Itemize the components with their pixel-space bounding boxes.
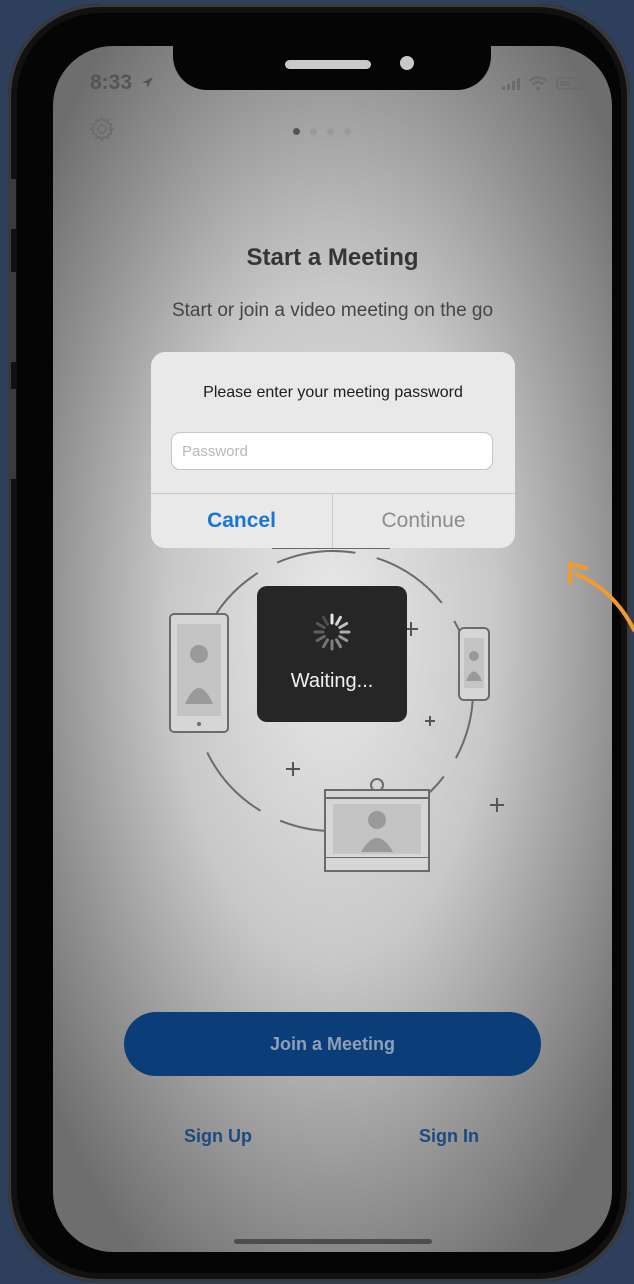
location-arrow-icon bbox=[141, 77, 153, 88]
password-alert-dialog: Please enter your meeting password Cance… bbox=[151, 352, 515, 548]
cancel-button[interactable]: Cancel bbox=[151, 494, 332, 548]
page-dot bbox=[327, 128, 334, 135]
status-bar-indicators bbox=[502, 76, 584, 91]
join-meeting-button[interactable]: Join a Meeting bbox=[124, 1012, 541, 1076]
sign-in-link[interactable]: Sign In bbox=[419, 1126, 479, 1147]
page-indicator bbox=[293, 128, 351, 135]
cellular-signal-icon bbox=[502, 77, 520, 90]
dialog-message: Please enter your meeting password bbox=[203, 384, 463, 401]
phone-frame: 8:33 Start a Meeting Start or join a vid… bbox=[8, 4, 630, 1282]
phone-device-icon bbox=[458, 627, 490, 701]
waiting-label: Waiting... bbox=[290, 670, 374, 692]
tablet-icon bbox=[169, 613, 229, 733]
status-bar-time: 8:33 bbox=[90, 71, 154, 95]
page-title: Start a Meeting bbox=[246, 244, 419, 271]
annotation-arrow-icon bbox=[568, 562, 634, 632]
waiting-hud: Waiting... bbox=[257, 586, 407, 722]
loading-spinner-icon bbox=[313, 613, 351, 651]
notch bbox=[173, 46, 491, 90]
mute-switch bbox=[8, 179, 16, 229]
page-dot bbox=[310, 128, 317, 135]
volume-up-button bbox=[8, 272, 16, 362]
page-dot-active bbox=[293, 128, 300, 135]
password-input[interactable] bbox=[171, 432, 493, 470]
battery-icon bbox=[556, 77, 584, 90]
wifi-icon bbox=[528, 76, 548, 91]
phone-screen: 8:33 Start a Meeting Start or join a vid… bbox=[53, 46, 612, 1252]
video-camera-screen-icon bbox=[324, 778, 430, 872]
settings-gear-icon[interactable] bbox=[89, 116, 115, 142]
page-dot bbox=[344, 128, 351, 135]
earpiece-speaker bbox=[285, 60, 371, 69]
page-subtitle: Start or join a video meeting on the go bbox=[171, 300, 494, 321]
home-indicator[interactable] bbox=[234, 1239, 432, 1244]
continue-button[interactable]: Continue bbox=[333, 494, 514, 548]
sign-up-link[interactable]: Sign Up bbox=[184, 1126, 252, 1147]
front-camera bbox=[400, 56, 414, 70]
volume-down-button bbox=[8, 389, 16, 479]
